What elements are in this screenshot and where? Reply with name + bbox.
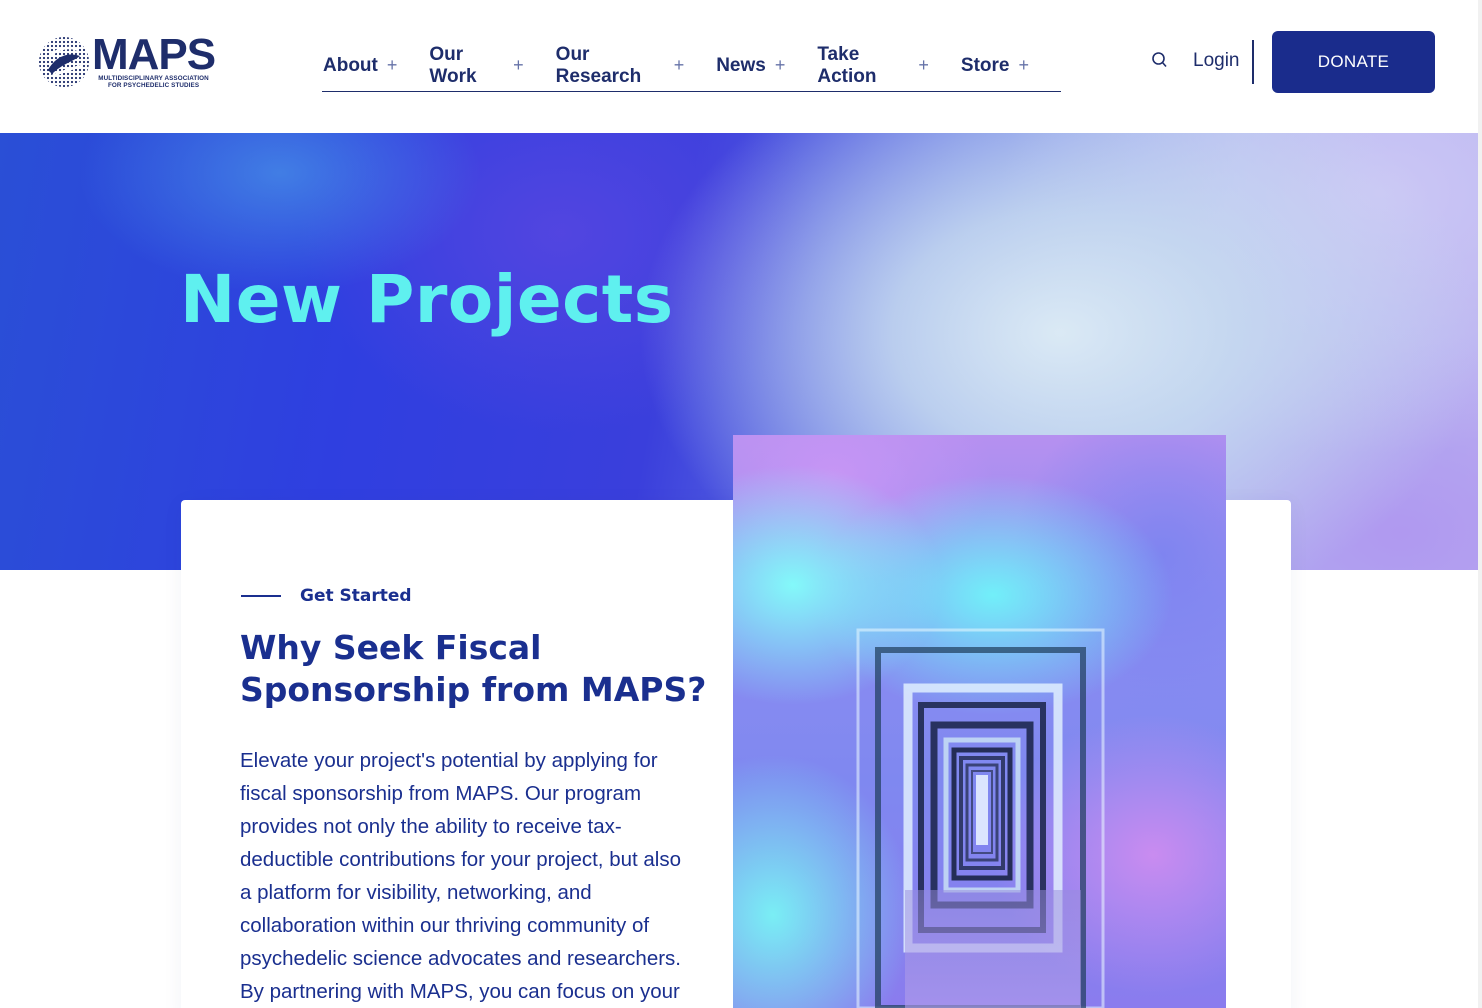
corridor-floor — [905, 890, 1081, 1008]
scrollbar-track[interactable] — [1478, 0, 1482, 1008]
donate-button[interactable]: DONATE — [1272, 31, 1435, 93]
nav-item-label: About — [323, 54, 378, 76]
section-eyebrow: Get Started — [300, 586, 412, 606]
nav-item-label: News — [716, 54, 766, 76]
nav-item-store[interactable]: Store + — [961, 44, 1029, 88]
maps-logo[interactable]: MAPS MULTIDISCIPLINARY ASSOCIATION FOR P… — [38, 30, 220, 90]
login-link[interactable]: Login — [1193, 50, 1240, 72]
maps-globe-logo-icon — [38, 36, 90, 88]
expand-plus-icon[interactable]: + — [1018, 55, 1029, 76]
header-divider — [1252, 40, 1254, 84]
nav-item-label: Our Work — [429, 43, 477, 87]
corridor-doorways-image — [733, 435, 1226, 1008]
page-title: New Projects — [180, 261, 674, 338]
expand-plus-icon[interactable]: + — [513, 55, 524, 76]
logo-subtitle-1: MULTIDISCIPLINARY ASSOCIATION — [98, 75, 209, 82]
section-title: Why Seek Fiscal Sponsorship from MAPS? — [240, 628, 707, 709]
nav-item-our-research[interactable]: Our Research + — [556, 44, 685, 88]
expand-plus-icon[interactable]: + — [674, 55, 685, 76]
main-nav: About + Our Work + Our Research + News +… — [322, 40, 1061, 92]
eyebrow-rule — [241, 595, 281, 597]
section-body: Elevate your project's potential by appl… — [240, 749, 682, 1003]
expand-plus-icon[interactable]: + — [918, 55, 929, 76]
expand-plus-icon[interactable]: + — [775, 55, 786, 76]
nav-item-our-work[interactable]: Our Work + — [429, 44, 523, 88]
nav-item-news[interactable]: News + — [716, 44, 785, 88]
nav-item-label: Take Action — [817, 43, 877, 87]
nav-item-about[interactable]: About + — [323, 44, 397, 88]
search-icon[interactable] — [1150, 50, 1170, 72]
logo-subtitle-2: FOR PSYCHEDELIC STUDIES — [107, 82, 200, 89]
nav-item-label: Our Research — [555, 43, 642, 87]
logo-wordmark: MAPS — [92, 30, 216, 79]
site-header: MAPS MULTIDISCIPLINARY ASSOCIATION FOR P… — [0, 0, 1478, 133]
expand-plus-icon[interactable]: + — [387, 55, 398, 76]
nav-item-take-action[interactable]: Take Action + — [817, 44, 929, 88]
nav-item-label: Store — [960, 54, 1010, 76]
